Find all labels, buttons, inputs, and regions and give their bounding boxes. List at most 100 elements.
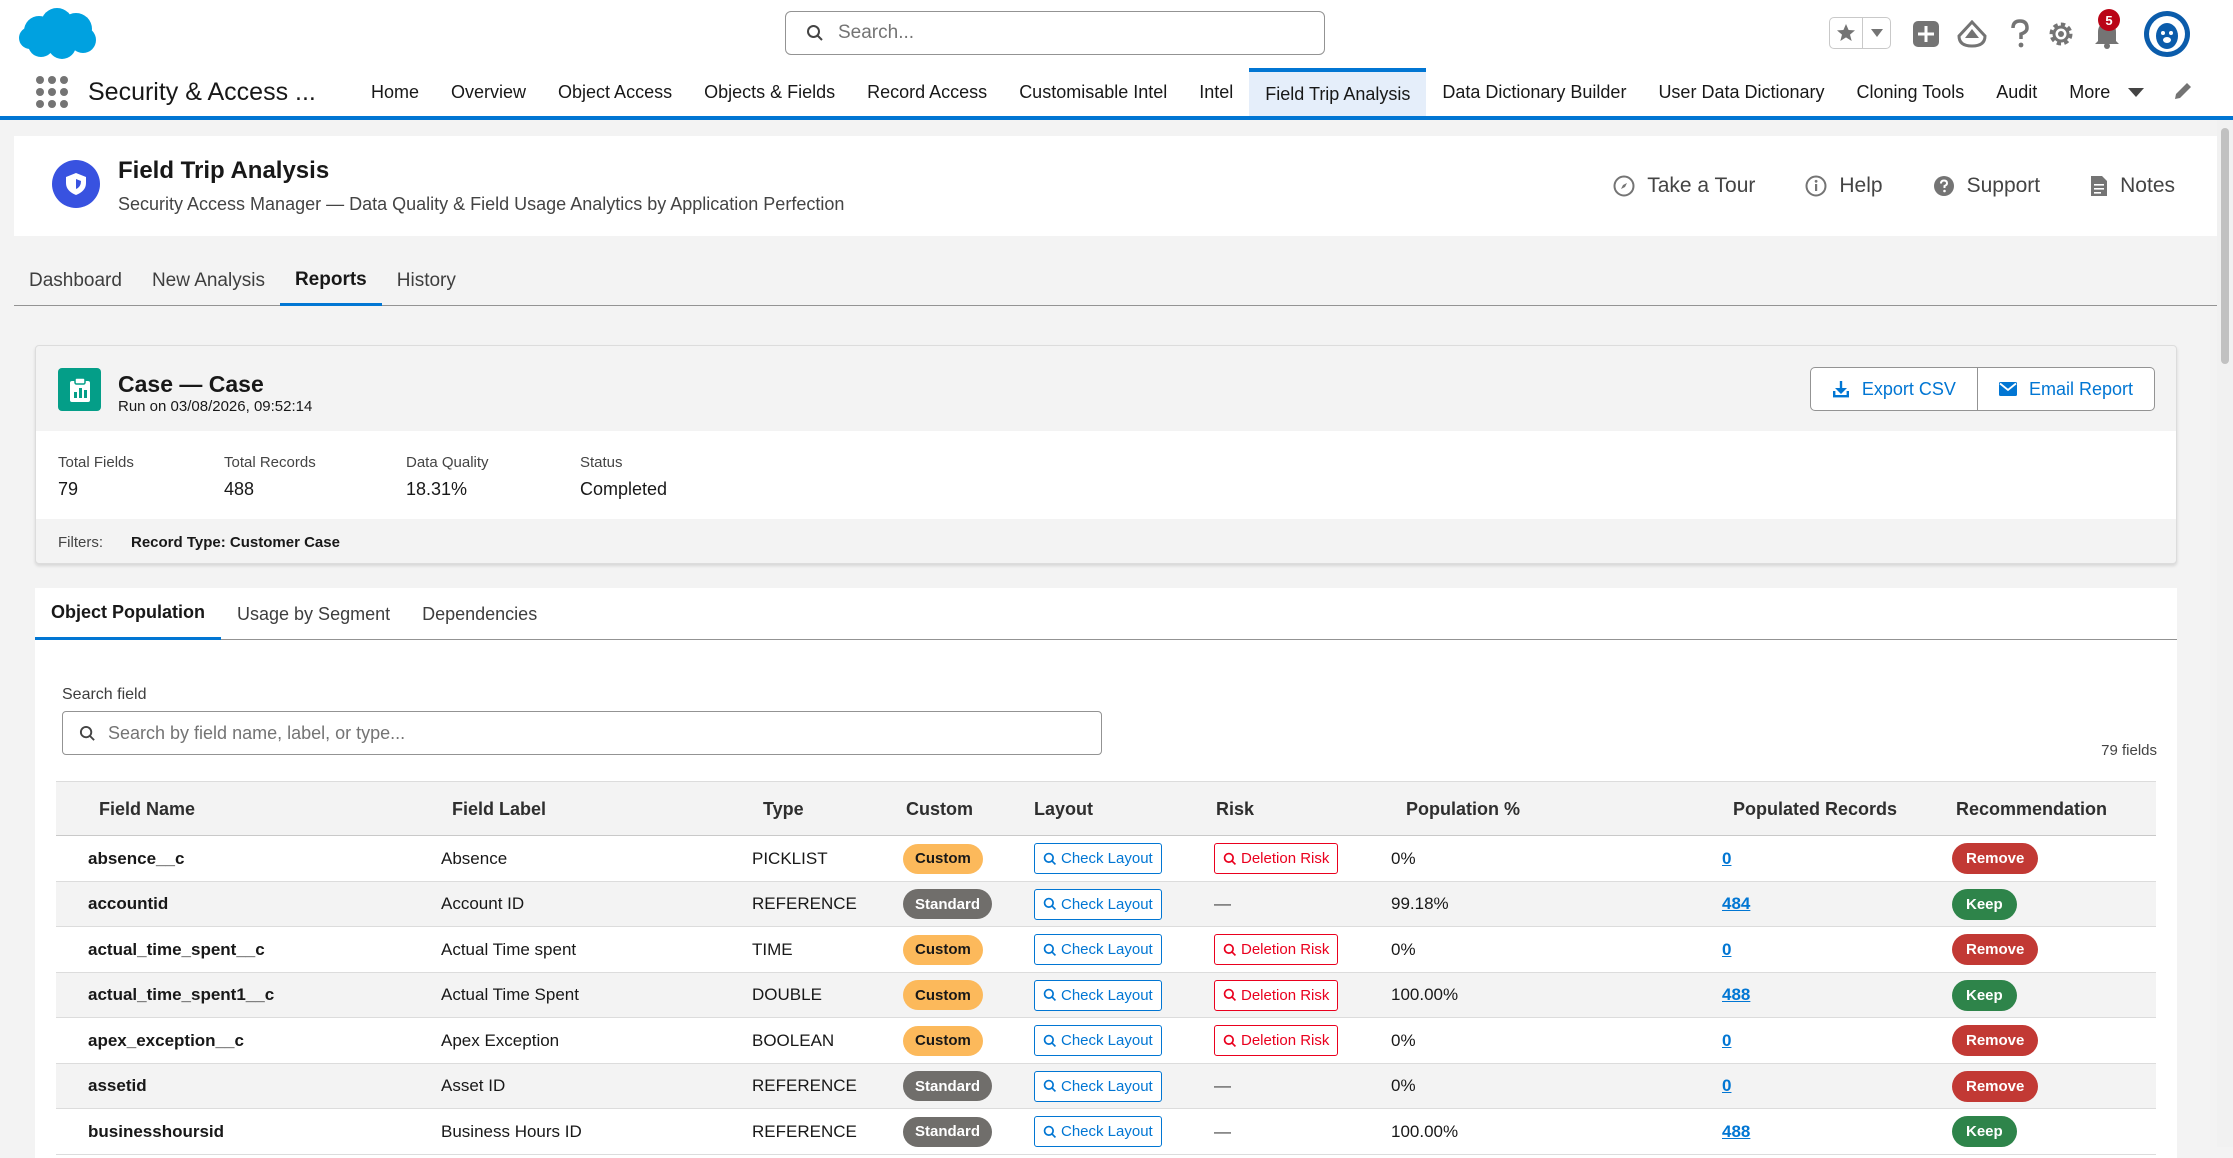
search-field-input[interactable]: Search by field name, label, or type...	[62, 711, 1102, 755]
check-layout-button[interactable]: Check Layout	[1034, 934, 1162, 965]
populated-records-link[interactable]: 0	[1722, 1031, 1731, 1051]
table-row: accountid Account ID REFERENCE Standard Chec…	[56, 881, 2156, 927]
cell-type: TIME	[752, 939, 793, 959]
deletion-risk-button[interactable]: Deletion Risk	[1214, 934, 1339, 965]
table-row: actual_time_spent__c Actual Time spent TIM…	[56, 927, 2156, 973]
nav-item-data-dictionary-builder[interactable]: Data Dictionary Builder	[1426, 68, 1642, 116]
cell-risk: —	[1214, 1064, 1231, 1109]
user-avatar[interactable]	[2144, 11, 2190, 57]
check-layout-button[interactable]: Check Layout	[1034, 888, 1162, 920]
search-placeholder: Search...	[838, 22, 915, 43]
export-csv-label: Export CSV	[1861, 378, 1956, 399]
tab-reports[interactable]: Reports	[279, 256, 382, 306]
cell-field-label: Actual Time spent	[441, 939, 577, 959]
star-icon[interactable]	[1830, 18, 1864, 48]
column-header-field-name[interactable]: Field Name	[99, 782, 195, 837]
search-icon	[1043, 852, 1057, 865]
nav-item-record-access[interactable]: Record Access	[851, 68, 1003, 116]
populated-records-link[interactable]: 488	[1722, 985, 1750, 1005]
nav-item-overview[interactable]: Overview	[435, 68, 542, 116]
check-layout-button[interactable]: Check Layout	[1034, 1070, 1162, 1102]
tab-dependencies[interactable]: Dependencies	[406, 588, 553, 640]
column-header-population-pct[interactable]: Population %	[1406, 782, 1520, 837]
tab-new-analysis[interactable]: New Analysis	[137, 256, 280, 306]
nav-item-intel[interactable]: Intel	[1183, 68, 1249, 116]
stat-value: 488	[224, 479, 255, 499]
cell-population: 100.00%	[1391, 973, 1468, 1018]
stat-value: Completed	[580, 479, 668, 499]
cell-populated-records: 0	[1722, 1018, 1731, 1063]
cell-field-label: Apex Exception	[441, 1030, 560, 1050]
no-risk-dash: —	[1214, 894, 1231, 913]
scrollbar-thumb[interactable]	[2221, 128, 2229, 364]
check-layout-button[interactable]: Check Layout	[1034, 1116, 1162, 1147]
report-clipboard-icon	[58, 368, 101, 411]
salesforce-logo-icon[interactable]	[17, 7, 98, 62]
deletion-risk-button[interactable]: Deletion Risk	[1214, 1025, 1339, 1056]
nav-item-customisable-intel[interactable]: Customisable Intel	[1003, 68, 1183, 116]
edit-nav-pencil-icon[interactable]	[2172, 80, 2196, 104]
compass-icon	[1613, 175, 1635, 197]
cell-custom: Custom	[903, 973, 983, 1018]
tab-usage-by-segment[interactable]: Usage by Segment	[221, 588, 406, 640]
deletion-risk-button[interactable]: Deletion Risk	[1214, 979, 1339, 1011]
global-add-icon[interactable]	[1909, 17, 1943, 51]
custom-badge: Standard	[903, 1116, 993, 1147]
cell-type: REFERENCE	[752, 1076, 857, 1095]
app-launcher-icon[interactable]	[36, 76, 68, 108]
email-report-button[interactable]: Email Report	[1977, 367, 2155, 411]
nav-item-object-access[interactable]: Object Access	[542, 68, 688, 116]
cell-populated-records: 488	[1722, 1109, 1750, 1154]
column-header-risk[interactable]: Risk	[1216, 782, 1254, 837]
help-question-icon[interactable]	[2003, 17, 2037, 51]
nav-item-field-trip-analysis[interactable]: Field Trip Analysis	[1249, 68, 1427, 116]
global-search-input[interactable]: Search...	[785, 11, 1325, 55]
tab-dashboard[interactable]: Dashboard	[14, 256, 137, 306]
cell-recommendation: Remove	[1952, 1064, 2039, 1109]
search-icon	[1043, 1079, 1057, 1093]
nav-item-objects-fields[interactable]: Objects & Fields	[688, 68, 851, 116]
populated-records-link[interactable]: 488	[1722, 1122, 1750, 1142]
populated-records-link[interactable]: 0	[1722, 1076, 1731, 1096]
column-header-custom[interactable]: Custom	[906, 782, 973, 837]
populated-records-link[interactable]: 484	[1722, 894, 1750, 914]
nav-item-audit[interactable]: Audit	[1980, 68, 2053, 116]
help-label: Help	[1839, 174, 1883, 197]
cell-custom: Custom	[903, 836, 983, 881]
table-row: apex_exception__c Apex Exception BOOLEAN Cu…	[56, 1018, 2156, 1064]
support-button[interactable]: Support	[1933, 174, 2040, 198]
column-header-recommendation[interactable]: Recommendation	[1956, 782, 2107, 837]
column-header-type[interactable]: Type	[763, 782, 804, 837]
page-scrollbar[interactable]	[2217, 120, 2233, 1147]
column-header-layout[interactable]: Layout	[1034, 782, 1093, 837]
favorites-chevron-down-icon[interactable]	[1863, 18, 1890, 48]
export-csv-button[interactable]: Export CSV	[1809, 367, 1978, 411]
nav-item-home[interactable]: Home	[355, 68, 435, 116]
recommendation-badge: Keep	[1952, 979, 2017, 1011]
check-layout-button[interactable]: Check Layout	[1034, 1025, 1162, 1056]
tab-object-population[interactable]: Object Population	[35, 588, 222, 640]
trailhead-icon[interactable]	[1955, 17, 1989, 51]
take-a-tour-button[interactable]: Take a Tour	[1613, 174, 1755, 198]
cell-field-label: Asset ID	[441, 1076, 506, 1095]
column-header-populated-records[interactable]: Populated Records	[1733, 782, 1897, 837]
deletion-risk-button[interactable]: Deletion Risk	[1214, 843, 1339, 874]
cell-population: 100.00%	[1391, 1109, 1468, 1154]
column-header-field-label[interactable]: Field Label	[452, 782, 546, 837]
cell-type: BOOLEAN	[752, 1030, 835, 1050]
notes-button[interactable]: Notes	[2090, 174, 2175, 198]
setup-gear-icon[interactable]	[2044, 17, 2078, 51]
nav-item-more[interactable]: More	[2053, 68, 2160, 116]
cell-recommendation: Keep	[1952, 882, 2017, 927]
check-layout-button[interactable]: Check Layout	[1034, 843, 1162, 874]
cell-field-label: Absence	[441, 848, 508, 868]
populated-records-link[interactable]: 0	[1722, 940, 1731, 960]
help-button[interactable]: Help	[1805, 174, 1883, 198]
nav-item-user-data-dictionary[interactable]: User Data Dictionary	[1642, 68, 1840, 116]
populated-records-link[interactable]: 0	[1722, 849, 1731, 869]
tab-history[interactable]: History	[382, 256, 471, 306]
search-icon	[1043, 1125, 1057, 1138]
report-stats: Total Fields 79 Total Records 488 Data Q…	[36, 431, 2176, 519]
nav-item-cloning-tools[interactable]: Cloning Tools	[1841, 68, 1981, 116]
check-layout-button[interactable]: Check Layout	[1034, 979, 1162, 1011]
